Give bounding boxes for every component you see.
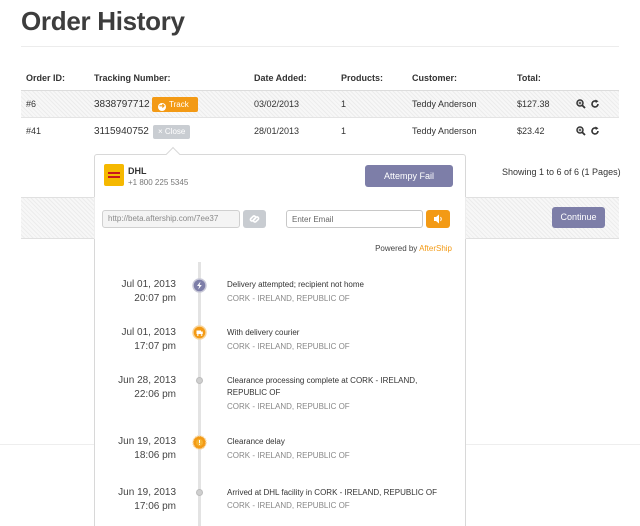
track-button[interactable]: ➜ Track: [152, 97, 198, 112]
page-title: Order History: [21, 6, 185, 36]
customer-name: Teddy Anderson: [412, 99, 477, 109]
event-time: 17:06 pm: [134, 501, 176, 512]
dhl-logo-icon: [104, 164, 124, 186]
track-button-label: Track: [169, 100, 189, 109]
dot-icon: [196, 377, 203, 384]
speaker-icon: [434, 214, 442, 224]
event-date: Jun 19, 2013: [118, 436, 176, 447]
products-count: 1: [341, 126, 347, 136]
column-header-customer: Customer:: [412, 73, 458, 83]
pagination-summary: Showing 1 to 6 of 6 (1 Pages): [502, 167, 621, 177]
event-description: Clearance delay: [227, 437, 285, 446]
event-time: 22:06 pm: [134, 389, 176, 400]
event-location: CORK - IRELAND, REPUBLIC OF: [227, 342, 350, 351]
share-url-field[interactable]: http://beta.aftership.com/7ee37: [102, 210, 240, 228]
tracking-number: 3115940752: [94, 126, 149, 137]
arrow-right-icon: ➜: [158, 103, 166, 111]
event-time: 18:06 pm: [134, 450, 176, 461]
products-count: 1: [341, 99, 347, 109]
powered-by-prefix: Powered by: [375, 244, 420, 253]
column-header-products: Products:: [341, 73, 384, 83]
column-header-total: Total:: [517, 73, 541, 83]
tracking-number: 3838797712: [94, 99, 150, 110]
event-date: Jul 01, 2013: [121, 279, 177, 290]
event-location: CORK - IRELAND, REPUBLIC OF: [227, 402, 350, 411]
column-header-order-id: Order ID:: [26, 73, 66, 83]
customer-name: Teddy Anderson: [412, 126, 477, 136]
date-added: 28/01/2013: [254, 126, 300, 136]
copy-link-button[interactable]: [243, 210, 266, 228]
event-time: 17:07 pm: [134, 341, 176, 352]
reorder-icon[interactable]: [590, 126, 600, 136]
alert-icon: [192, 435, 207, 450]
link-icon: [249, 215, 260, 223]
order-total: $23.42: [517, 126, 545, 136]
powered-by: Powered by AfterShip: [375, 244, 452, 253]
order-history-page: Order History Order ID: Tracking Number:…: [0, 0, 640, 526]
event-description: Delivery attempted; recipient not home: [227, 280, 364, 289]
column-header-date: Date Added:: [254, 73, 307, 83]
reorder-icon[interactable]: [590, 99, 600, 109]
date-added: 03/02/2013: [254, 99, 300, 109]
view-order-icon[interactable]: [576, 99, 586, 109]
event-location: CORK - IRELAND, REPUBLIC OF: [227, 501, 350, 510]
close-tracking-button[interactable]: × Close: [153, 125, 190, 139]
view-order-icon[interactable]: [576, 126, 586, 136]
column-header-tracking: Tracking Number:: [94, 73, 171, 83]
carrier-name: DHL: [128, 166, 147, 176]
dot-icon: [196, 489, 203, 496]
event-description: Clearance processing complete at CORK - …: [227, 376, 418, 397]
delivery-status-button[interactable]: Attempy Fail: [365, 165, 453, 187]
lightning-icon: [192, 278, 207, 293]
order-total: $127.38: [517, 99, 550, 109]
carrier-phone: +1 800 225 5345: [128, 178, 189, 187]
continue-button[interactable]: Continue: [552, 207, 605, 228]
notify-button[interactable]: [426, 210, 450, 228]
event-description: Arrived at DHL facility in CORK - IRELAN…: [227, 488, 437, 497]
event-date: Jun 28, 2013: [118, 375, 176, 386]
courier-icon: [192, 325, 207, 340]
aftership-link[interactable]: AfterShip: [419, 244, 452, 253]
event-time: 20:07 pm: [134, 293, 176, 304]
order-id: #41: [26, 126, 42, 136]
timeline-line: [198, 262, 201, 526]
email-input[interactable]: [286, 210, 423, 228]
event-date: Jul 01, 2013: [121, 327, 177, 338]
event-location: CORK - IRELAND, REPUBLIC OF: [227, 451, 350, 460]
event-date: Jun 19, 2013: [118, 487, 176, 498]
event-description: With delivery courier: [227, 328, 300, 337]
order-id: #6: [26, 99, 37, 109]
title-divider: [21, 46, 619, 47]
event-location: CORK - IRELAND, REPUBLIC OF: [227, 294, 350, 303]
